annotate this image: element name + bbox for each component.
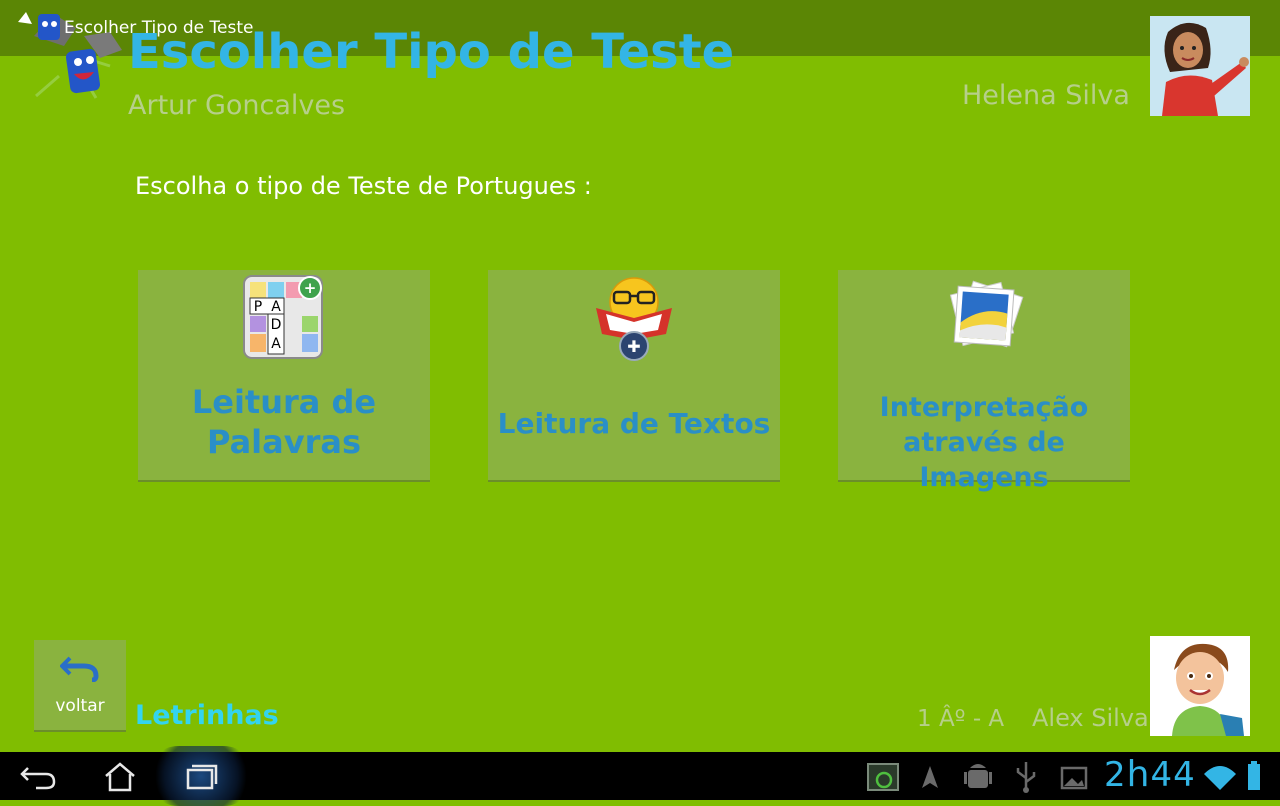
photos-stack-icon [949,280,1024,348]
image-icon [1060,766,1088,790]
reading-smiley-icon: ✚ [596,277,672,361]
card-word-reading[interactable]: P A D A + Leitura de Palavras [138,270,430,482]
clock: 2h44 [1104,754,1196,795]
card-word-reading-line2: Palavras [206,423,362,461]
child-avatar [1150,636,1250,736]
child-name: Alex Silva [1032,704,1149,732]
android-debug-icon [964,764,992,788]
svg-text:D: D [271,317,282,333]
card-image-interpretation-line2: através de Imagens [903,427,1065,493]
card-word-reading-line1: Leitura de [191,383,377,421]
card-text-reading[interactable]: ✚ Leitura de Textos [488,270,780,482]
page-title: Escolher Tipo de Teste [128,24,735,80]
word-puzzle-icon: P A D A + [243,275,323,359]
card-text-reading-label: Leitura de Textos [497,407,771,440]
screenshot-icon[interactable] [860,756,908,796]
card-image-interpretation[interactable]: Interpretação através de Imagens [838,270,1130,493]
back-button[interactable]: voltar [34,640,126,732]
battery-icon [1248,761,1260,790]
home-icon[interactable] [96,756,144,796]
svg-text:A: A [271,299,281,315]
clock-h: h [1126,754,1151,795]
back-button-label: voltar [55,696,105,716]
class-label: 1 Âº - A [917,706,1005,732]
usb-icon [1016,762,1036,793]
student-name: Artur Goncalves [128,90,346,121]
svg-text:P: P [254,299,262,315]
teacher-avatar [1150,16,1250,116]
clock-minutes: 44 [1150,755,1196,795]
undo-arrow-icon [60,656,99,682]
svg-text:A: A [271,336,281,352]
teacher-name: Helena Silva [962,80,1130,111]
clock-hours: 2 [1104,755,1127,795]
card-image-interpretation-line1: Interpretação [879,392,1089,423]
system-navigation-bar: 2h44 [0,746,1280,806]
app-name: Letrinhas [135,700,279,731]
instruction-text: Escolha o tipo de Teste de Portugues : [135,172,592,200]
svg-text:+: + [304,279,317,297]
svg-text:✚: ✚ [627,337,640,356]
navigation-icon [922,766,938,788]
recent-apps-icon[interactable] [176,756,224,796]
back-icon[interactable] [16,756,64,796]
